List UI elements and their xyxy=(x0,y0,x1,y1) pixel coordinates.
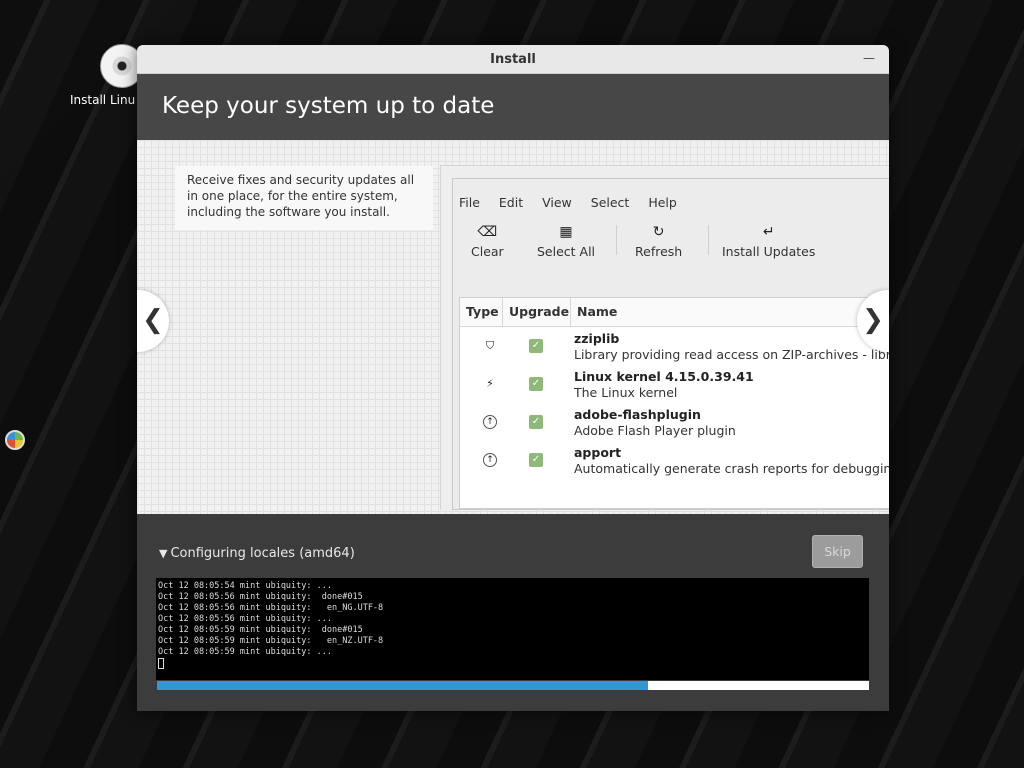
progress-bar xyxy=(157,681,869,690)
page-title: Keep your system up to date xyxy=(137,74,889,140)
up-arrow-icon: ↑ xyxy=(483,453,497,467)
column-name[interactable]: Name xyxy=(571,298,871,326)
select-all-icon: ▦ xyxy=(559,224,573,240)
package-description: The Linux kernel xyxy=(574,385,678,400)
minimize-icon[interactable]: — xyxy=(863,52,875,65)
shield-icon: ⛉ xyxy=(485,339,495,352)
package-name: apport xyxy=(574,445,622,460)
log-line: Oct 12 08:05:59 mint ubiquity: en_NZ.UTF… xyxy=(158,636,384,646)
window-title: Install xyxy=(490,52,536,67)
list-header: Type Upgrade Name xyxy=(460,298,889,327)
update-manager-preview: File Edit View Select Help ⌫ Clear ▦ Sel… xyxy=(440,165,889,510)
menu-view[interactable]: View xyxy=(542,195,572,210)
package-description: Adobe Flash Player plugin xyxy=(574,423,736,438)
slide-description: Receive fixes and security updates all i… xyxy=(175,166,433,230)
log-line: Oct 12 08:05:59 mint ubiquity: ... xyxy=(158,647,332,657)
slideshow: Receive fixes and security updates all i… xyxy=(137,140,889,514)
terminal-log[interactable]: Oct 12 08:05:54 mint ubiquity: ... Oct 1… xyxy=(156,578,869,680)
log-line: Oct 12 08:05:56 mint ubiquity: done#015 xyxy=(158,592,363,602)
column-type[interactable]: Type xyxy=(460,298,503,326)
chevron-left-icon: ❮ xyxy=(142,305,164,335)
package-name: Linux kernel 4.15.0.39.41 xyxy=(574,369,754,384)
terminal-cursor xyxy=(158,658,164,669)
details-expander[interactable]: ▼ Configuring locales (amd64) xyxy=(159,546,355,561)
mint-menu-icon[interactable] xyxy=(5,430,25,450)
checkbox-checked-icon[interactable]: ✓ xyxy=(529,339,543,353)
previous-slide-button[interactable]: ❮ xyxy=(137,290,169,352)
toolbar-separator xyxy=(616,225,617,255)
log-line: Oct 12 08:05:54 mint ubiquity: ... xyxy=(158,581,332,591)
menu-file[interactable]: File xyxy=(459,195,480,210)
list-item[interactable]: ⚡ ✓ Linux kernel 4.15.0.39.41 The Linux … xyxy=(460,365,889,403)
chevron-right-icon: ❯ xyxy=(862,305,884,335)
install-progress-panel: ▼ Configuring locales (amd64) Skip Oct 12… xyxy=(137,514,889,711)
checkbox-checked-icon[interactable]: ✓ xyxy=(529,415,543,429)
install-updates-button[interactable]: ↵ Install Updates xyxy=(722,223,815,259)
titlebar: Install — xyxy=(137,45,889,74)
select-all-button[interactable]: ▦ Select All xyxy=(537,223,595,259)
update-list: Type Upgrade Name ⛉ ✓ zziplib Library pr… xyxy=(459,297,889,509)
backspace-icon: ⌫ xyxy=(477,224,498,240)
package-name: zziplib xyxy=(574,331,620,346)
log-line: Oct 12 08:05:59 mint ubiquity: done#015 xyxy=(158,625,363,635)
clear-button[interactable]: ⌫ Clear xyxy=(471,223,504,259)
status-text: Configuring locales (amd64) xyxy=(170,546,355,561)
checkbox-checked-icon[interactable]: ✓ xyxy=(529,453,543,467)
package-description: Automatically generate crash reports for… xyxy=(574,461,889,476)
toolbar-separator xyxy=(708,225,709,255)
skip-button[interactable]: Skip xyxy=(812,535,863,568)
list-item[interactable]: ⛉ ✓ zziplib Library providing read acces… xyxy=(460,327,889,365)
refresh-button[interactable]: ↻ Refresh xyxy=(635,223,682,259)
menu-select[interactable]: Select xyxy=(591,195,630,210)
triangle-down-icon: ▼ xyxy=(159,547,168,560)
install-window: Install — Keep your system up to date Re… xyxy=(137,45,889,711)
progress-fill xyxy=(157,681,649,690)
list-item[interactable]: ↑ ✓ adobe-flashplugin Adobe Flash Player… xyxy=(460,403,889,441)
return-icon: ↵ xyxy=(762,224,775,240)
toolbar: ⌫ Clear ▦ Select All ↻ Refresh ↵ Install… xyxy=(453,209,889,277)
list-item[interactable]: ↑ ✓ apport Automatically generate crash … xyxy=(460,441,889,479)
column-upgrade[interactable]: Upgrade xyxy=(503,298,571,326)
up-arrow-icon: ↑ xyxy=(483,415,497,429)
checkbox-checked-icon[interactable]: ✓ xyxy=(529,377,543,391)
package-description: Library providing read access on ZIP-arc… xyxy=(574,347,889,362)
lightning-icon: ⚡ xyxy=(486,377,494,390)
menu-help[interactable]: Help xyxy=(648,195,677,210)
menubar: File Edit View Select Help xyxy=(453,179,889,210)
log-line: Oct 12 08:05:56 mint ubiquity: ... xyxy=(158,614,332,624)
package-name: adobe-flashplugin xyxy=(574,407,701,422)
refresh-icon: ↻ xyxy=(652,224,665,240)
menu-edit[interactable]: Edit xyxy=(499,195,523,210)
log-line: Oct 12 08:05:56 mint ubiquity: en_NG.UTF… xyxy=(158,603,384,613)
